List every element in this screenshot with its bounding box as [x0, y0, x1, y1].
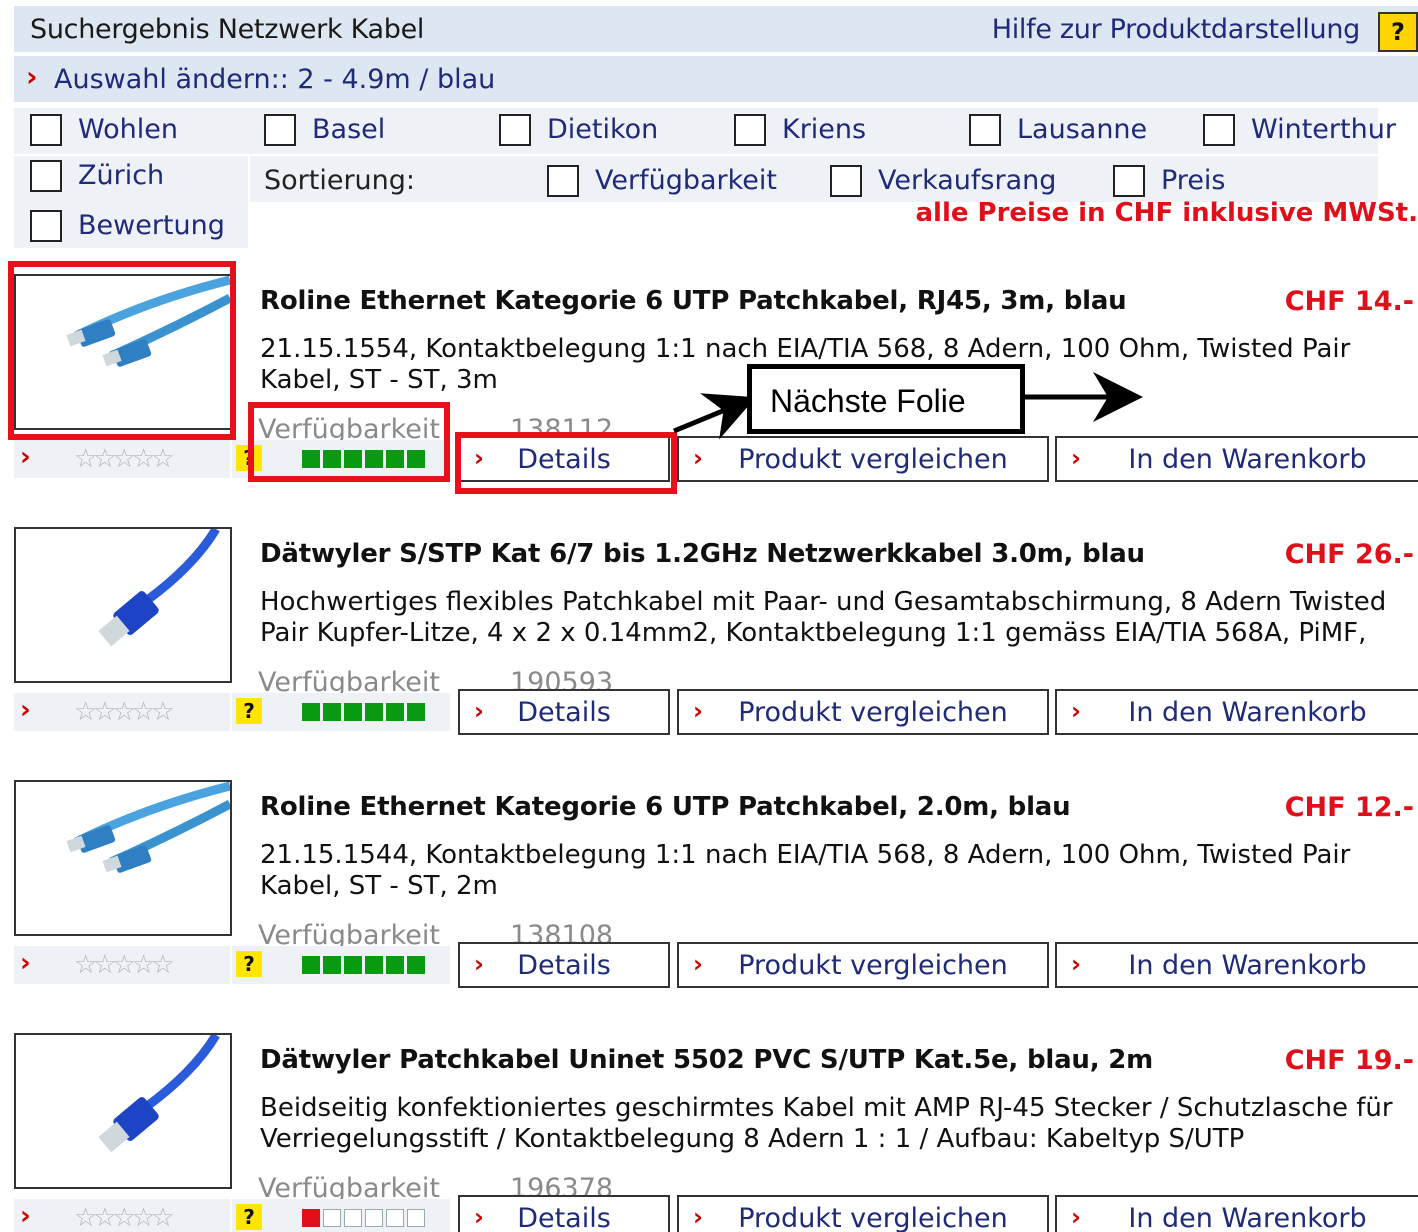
next-slide-callout: Nächste Folie: [747, 364, 1025, 434]
annotation-arrows: [673, 372, 1143, 440]
callout-text: Nächste Folie: [770, 383, 966, 419]
arrow-to-callout: [673, 393, 756, 440]
